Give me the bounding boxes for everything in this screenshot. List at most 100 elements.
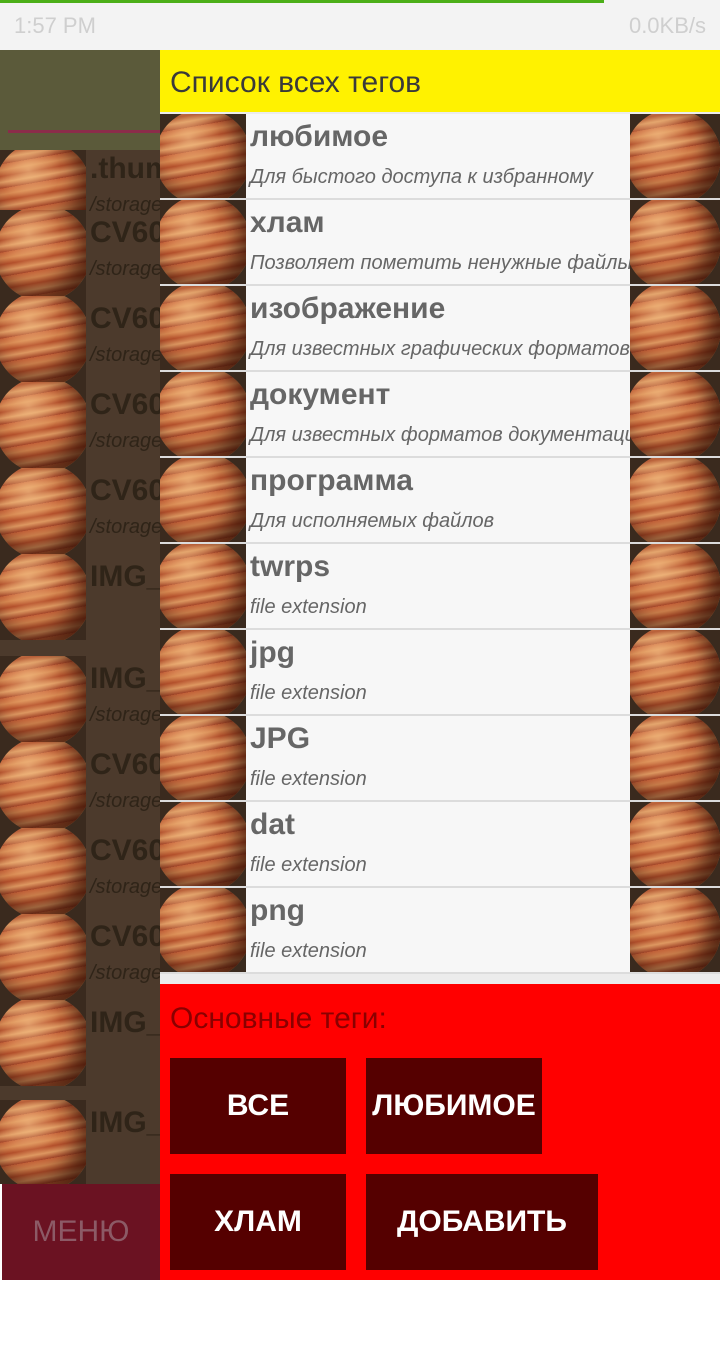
tag-name: документ: [250, 378, 391, 411]
add-tag-button[interactable]: ДОБАВИТЬ ТЕГ: [366, 1174, 598, 1334]
tag-icon[interactable]: [630, 888, 720, 972]
file-list: .thum/storage CV60/storage CV60/storage CV6…: [0, 150, 160, 1184]
tag-description: Для исполняемых файлов: [250, 510, 495, 532]
tag-row[interactable]: программа Для исполняемых файлов: [160, 458, 720, 544]
file-path: /storage: [90, 962, 160, 984]
status-indicators: 0.0KB/s: [628, 13, 706, 38]
tag-description: Для быстого доступа к избранному: [250, 166, 593, 188]
favorite-tag-button[interactable]: ЛЮБИМОЕ: [366, 1058, 542, 1154]
file-path: /storage: [90, 344, 160, 366]
file-list-header: [0, 50, 160, 150]
tag-icon[interactable]: [630, 458, 720, 542]
file-path: /storage: [90, 258, 160, 280]
junk-tag-button[interactable]: ХЛАМ: [170, 1174, 346, 1270]
tag-icon[interactable]: [630, 114, 720, 198]
file-thumbnail: [0, 828, 86, 914]
file-thumbnail: [0, 914, 86, 1000]
file-path: /storage: [90, 876, 160, 898]
file-thumbnail: [0, 554, 86, 640]
file-path: /storage: [90, 516, 160, 538]
tag-description: Для известных форматов документации: [250, 424, 647, 446]
tag-row[interactable]: изображение Для известных графических фор…: [160, 286, 720, 372]
tag-row[interactable]: JPG file extension: [160, 716, 720, 802]
tag-name: png: [250, 894, 305, 927]
file-name: CV60: [90, 474, 160, 507]
file-name: CV60: [90, 920, 160, 953]
main-tags-panel: Основные теги: ВСЕ ЛЮБИМОЕ ХЛАМ ДОБАВИТЬ…: [160, 984, 720, 1334]
tag-name: JPG: [250, 722, 311, 755]
all-tags-button[interactable]: ВСЕ: [170, 1058, 346, 1154]
file-name: CV60: [90, 388, 160, 421]
tag-icon[interactable]: [630, 372, 720, 456]
file-row[interactable]: CV60/storage: [0, 210, 160, 296]
tag-thumbnail: [160, 114, 246, 198]
tag-row[interactable]: любимое Для быстого доступа к избранному: [160, 114, 720, 200]
tag-name: jpg: [250, 636, 295, 669]
tag-icon[interactable]: [630, 630, 720, 714]
drawer-title-bar: Список всех тегов: [160, 50, 720, 112]
tag-row[interactable]: twrps file extension: [160, 544, 720, 630]
file-path: /storage: [90, 704, 160, 726]
file-thumbnail: [0, 210, 86, 296]
file-row[interactable]: IMG_ /storage: [0, 656, 160, 742]
tag-thumbnail: [160, 802, 246, 886]
tag-icon[interactable]: [630, 802, 720, 886]
tag-icon[interactable]: [630, 716, 720, 800]
file-thumbnail: [0, 1100, 86, 1184]
file-name: CV60: [90, 302, 160, 335]
tag-row[interactable]: png file extension: [160, 888, 720, 974]
tag-row[interactable]: jpg file extension: [160, 630, 720, 716]
tag-icon[interactable]: [630, 200, 720, 284]
tag-thumbnail: [160, 888, 246, 972]
file-name: .thum: [90, 152, 160, 185]
tag-description: file extension: [250, 854, 367, 876]
file-row[interactable]: IMG_: [0, 554, 160, 640]
drawer-title: Список всех тегов: [170, 66, 422, 99]
tag-description: file extension: [250, 596, 367, 618]
file-thumbnail: [0, 1000, 86, 1086]
tag-icon[interactable]: [630, 544, 720, 628]
file-thumbnail: [0, 742, 86, 828]
menu-button[interactable]: МЕНЮ: [2, 1184, 160, 1280]
file-path: /storage: [90, 790, 160, 812]
file-name: CV60: [90, 834, 160, 867]
tag-thumbnail: [160, 458, 246, 542]
file-name: CV60: [90, 216, 160, 249]
main-tags-label: Основные теги:: [170, 1002, 387, 1035]
file-thumbnail: [0, 382, 86, 468]
tag-thumbnail: [160, 286, 246, 370]
tag-name: dat: [250, 808, 295, 841]
tag-description: Для известных графических форматов: [250, 338, 630, 360]
tag-thumbnail: [160, 544, 246, 628]
file-row[interactable]: CV60/storage: [0, 296, 160, 382]
file-thumbnail: [0, 468, 86, 554]
file-name: CV60: [90, 748, 160, 781]
tag-icon[interactable]: [630, 286, 720, 370]
file-name: IMG_: [90, 662, 160, 695]
tag-thumbnail: [160, 716, 246, 800]
file-name: IMG_: [90, 1006, 160, 1039]
file-thumbnail: [0, 656, 86, 742]
tag-list[interactable]: любимое Для быстого доступа к избранному х…: [160, 112, 720, 984]
tag-name: программа: [250, 464, 413, 497]
file-row[interactable]: CV60/storage: [0, 382, 160, 468]
tag-description: file extension: [250, 768, 367, 790]
status-time: 1:57 PM: [14, 13, 96, 38]
tag-description: Позволяет пометить ненужные файлы: [250, 252, 633, 274]
file-row[interactable]: CV60/storage: [0, 742, 160, 828]
tag-name: изображение: [250, 292, 446, 325]
tag-row[interactable]: dat file extension: [160, 802, 720, 888]
file-row[interactable]: CV60/storage: [0, 914, 160, 1000]
tag-description: file extension: [250, 940, 367, 962]
file-row[interactable]: IMG_: [0, 1000, 160, 1086]
file-row[interactable]: IMG_: [0, 1100, 160, 1184]
file-path: /storage: [90, 430, 160, 452]
tag-thumbnail: [160, 630, 246, 714]
tag-row[interactable]: документ Для известных форматов документа…: [160, 372, 720, 458]
file-row[interactable]: CV60/storage: [0, 468, 160, 554]
tag-name: любимое: [250, 120, 389, 153]
tag-row[interactable]: хлам Позволяет пометить ненужные файлы: [160, 200, 720, 286]
tag-name: twrps: [250, 550, 331, 583]
file-row[interactable]: CV60/storage: [0, 828, 160, 914]
tag-thumbnail: [160, 372, 246, 456]
